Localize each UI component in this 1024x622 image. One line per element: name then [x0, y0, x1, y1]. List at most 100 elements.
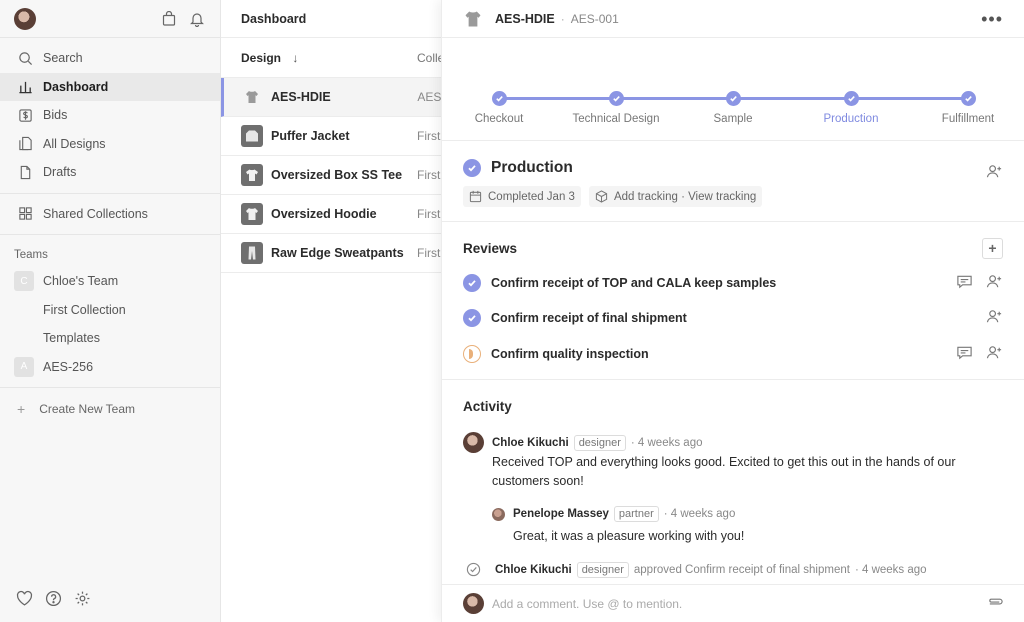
check-icon [725, 91, 741, 106]
sidebar-item-search[interactable]: Search [0, 44, 220, 73]
review-item[interactable]: Confirm receipt of final shipment [463, 301, 1003, 337]
comment-text: Great, it was a pleasure working with yo… [513, 529, 745, 543]
grid-icon [17, 206, 33, 222]
collection-name: First Collection [417, 129, 441, 143]
team-label: AES-256 [43, 359, 94, 374]
bell-icon[interactable] [188, 10, 206, 28]
table-row[interactable]: Oversized Box SS Tee First Collection [221, 156, 441, 195]
heart-icon[interactable] [16, 590, 33, 610]
step-technical-design[interactable]: Technical Design [556, 91, 676, 125]
design-name: Oversized Hoodie [271, 207, 377, 221]
detail-header: AES-HDIE · AES-001 ••• [442, 0, 1024, 38]
progress-stepper: Checkout Technical Design Sample Product… [442, 38, 1024, 141]
design-name: AES-HDIE [271, 90, 331, 104]
avatar [463, 593, 484, 614]
sidebar-item-dashboard[interactable]: Dashboard [0, 72, 220, 101]
collection-name: AES-256 [417, 90, 441, 104]
title-separator: · [560, 11, 565, 26]
phase-section: Production Completed Jan 3 Add tracking … [442, 141, 1024, 222]
create-new-team-button[interactable]: + Create New Team [0, 388, 220, 430]
sidebar-item-bids[interactable]: Bids [0, 101, 220, 130]
design-detail-panel: AES-HDIE · AES-001 ••• Checkout Technica… [441, 0, 1024, 622]
author-name[interactable]: Chloe Kikuchi [495, 564, 572, 576]
design-list: Dashboard Design ↓ Collection AES-HDIE A… [221, 0, 441, 622]
reviews-heading: Reviews [463, 240, 518, 256]
sidebar-item-shared-collections[interactable]: Shared Collections [0, 200, 220, 229]
step-production[interactable]: Production [791, 91, 911, 125]
sidebar-item-drafts[interactable]: Drafts [0, 158, 220, 187]
review-text: Confirm quality inspection [491, 346, 649, 361]
gear-icon[interactable] [74, 590, 91, 610]
table-row[interactable]: AES-HDIE AES-256 [221, 78, 441, 117]
check-circle-icon[interactable] [463, 309, 481, 328]
user-avatar[interactable] [14, 7, 36, 30]
design-name: Puffer Jacket [271, 129, 350, 143]
review-item[interactable]: Confirm receipt of TOP and CALA keep sam… [463, 265, 1003, 301]
review-item[interactable]: Confirm quality inspection [463, 336, 1003, 372]
activity-approval: Chloe Kikuchi designer approved Confirm … [463, 561, 1003, 578]
check-icon [843, 91, 859, 106]
team-item-aes-256[interactable]: A AES-256 [0, 353, 220, 382]
tee-thumbnail [241, 164, 263, 186]
check-circle-outline-icon [466, 562, 481, 577]
collection-name: First Collection [417, 168, 441, 182]
step-label: Fulfillment [941, 113, 995, 125]
column-header-collection[interactable]: Collection [417, 51, 441, 65]
more-options-icon[interactable]: ••• [981, 10, 1003, 28]
paperclip-icon[interactable] [987, 594, 1004, 614]
step-checkout[interactable]: Checkout [439, 91, 559, 125]
shopping-bag-icon[interactable] [160, 10, 178, 28]
comment-icon[interactable] [956, 273, 973, 293]
design-name: Oversized Box SS Tee [271, 168, 403, 182]
collection-item-first-collection[interactable]: First Collection [0, 296, 220, 325]
package-icon [595, 190, 608, 203]
check-icon [491, 91, 507, 106]
tracking-chip[interactable]: Add tracking · View tracking [588, 186, 763, 207]
step-fulfillment[interactable]: Fulfillment [908, 91, 1024, 125]
check-icon [960, 91, 976, 106]
teams-heading: Teams [14, 249, 48, 261]
comment-icon[interactable] [956, 344, 973, 364]
table-row[interactable]: Raw Edge Sweatpants First Collection [221, 234, 441, 273]
add-collaborator-icon[interactable] [986, 163, 1003, 183]
tracking-links[interactable]: Add tracking · View tracking [614, 191, 756, 203]
in-progress-icon[interactable] [463, 344, 481, 363]
add-review-button[interactable]: + [982, 237, 1003, 259]
table-row[interactable]: Oversized Hoodie First Collection [221, 195, 441, 234]
hoodie-thumbnail [241, 203, 263, 225]
dollar-icon [17, 107, 33, 123]
comment-input[interactable]: Add a comment. Use @ to mention. [492, 597, 987, 611]
completed-date-chip: Completed Jan 3 [463, 186, 581, 207]
add-collaborator-icon[interactable] [986, 273, 1003, 293]
step-label: Checkout [474, 113, 524, 125]
arrow-down-icon: ↓ [292, 50, 299, 65]
documents-icon [17, 136, 33, 152]
design-name: Raw Edge Sweatpants [271, 246, 404, 260]
column-label: Design [241, 50, 282, 65]
help-icon[interactable] [45, 590, 62, 610]
sidebar-main-nav: Search Dashboard Bids All Designs Drafts [0, 38, 220, 194]
step-sample[interactable]: Sample [673, 91, 793, 125]
team-item-chloes-team[interactable]: C Chloe's Team [0, 267, 220, 296]
role-badge: partner [613, 506, 659, 522]
completed-date: Completed Jan 3 [488, 190, 575, 203]
phase-title: Production [491, 159, 573, 176]
timestamp: · 4 weeks ago [630, 436, 703, 449]
collection-name: First Collection [417, 246, 441, 260]
column-header-design[interactable]: Design ↓ [221, 51, 417, 65]
add-collaborator-icon[interactable] [986, 344, 1003, 364]
bar-chart-icon [17, 79, 33, 95]
author-name[interactable]: Penelope Massey [513, 508, 609, 520]
avatar [492, 507, 505, 521]
author-name[interactable]: Chloe Kikuchi [492, 437, 569, 449]
sidebar-item-all-designs[interactable]: All Designs [0, 130, 220, 159]
step-label: Sample [713, 113, 753, 125]
check-circle-icon[interactable] [463, 273, 481, 292]
collection-item-templates[interactable]: Templates [0, 324, 220, 353]
avatar [463, 432, 484, 453]
sidebar-footer [16, 590, 91, 610]
page-title: Dashboard [221, 0, 441, 38]
role-badge: designer [576, 561, 629, 578]
table-row[interactable]: Puffer Jacket First Collection [221, 117, 441, 156]
add-collaborator-icon[interactable] [986, 308, 1003, 328]
